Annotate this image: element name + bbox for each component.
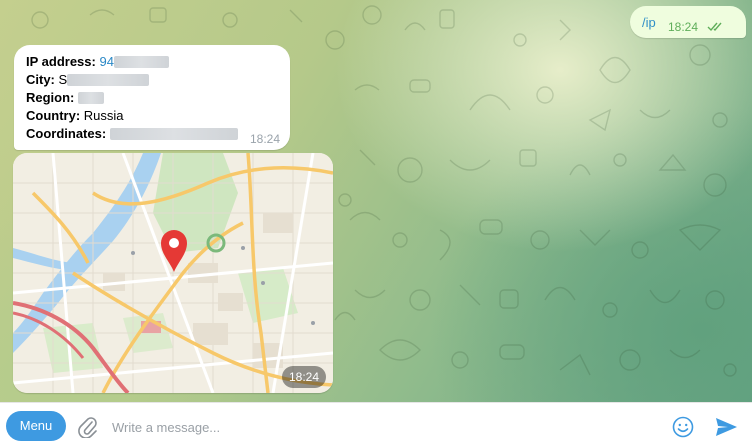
ip-info-message[interactable]: IP address: 94 City: S Region: Country: … bbox=[14, 45, 290, 150]
city-row: City: S bbox=[26, 72, 150, 87]
map-image bbox=[13, 153, 333, 393]
country-value: Russia bbox=[83, 108, 124, 123]
read-checkmarks-icon bbox=[707, 22, 722, 32]
country-row: Country: Russia bbox=[26, 108, 124, 123]
menu-button[interactable]: Menu bbox=[6, 411, 66, 441]
redacted-value bbox=[113, 56, 169, 68]
message-input[interactable] bbox=[110, 415, 654, 439]
outgoing-message-text: /ip bbox=[642, 15, 656, 30]
ip-address-label: IP address: bbox=[26, 54, 96, 69]
redacted-value bbox=[109, 128, 238, 140]
coordinates-row: Coordinates: bbox=[26, 126, 238, 141]
redacted-value bbox=[78, 92, 105, 104]
country-label: Country: bbox=[26, 108, 81, 123]
message-time: 18:24 bbox=[249, 132, 280, 146]
coordinates-label: Coordinates: bbox=[26, 126, 107, 141]
map-message-time: 18:24 bbox=[282, 366, 326, 388]
city-label: City: bbox=[26, 72, 55, 87]
send-icon[interactable] bbox=[714, 416, 738, 438]
location-map-message[interactable]: 18:24 bbox=[13, 153, 333, 393]
region-label: Region: bbox=[26, 90, 75, 105]
message-time: 18:24 bbox=[668, 20, 699, 34]
ip-address-value[interactable]: 94 bbox=[99, 54, 113, 69]
paperclip-icon[interactable] bbox=[78, 416, 98, 438]
location-pin-icon bbox=[161, 230, 187, 272]
emoji-icon[interactable] bbox=[672, 416, 694, 438]
redacted-value bbox=[67, 74, 150, 86]
message-composer: Menu bbox=[0, 402, 752, 448]
region-row: Region: bbox=[26, 90, 105, 105]
outgoing-message[interactable]: /ip 18:24 bbox=[630, 6, 746, 38]
ip-address-row: IP address: 94 bbox=[26, 54, 169, 69]
city-value: S bbox=[58, 72, 68, 87]
